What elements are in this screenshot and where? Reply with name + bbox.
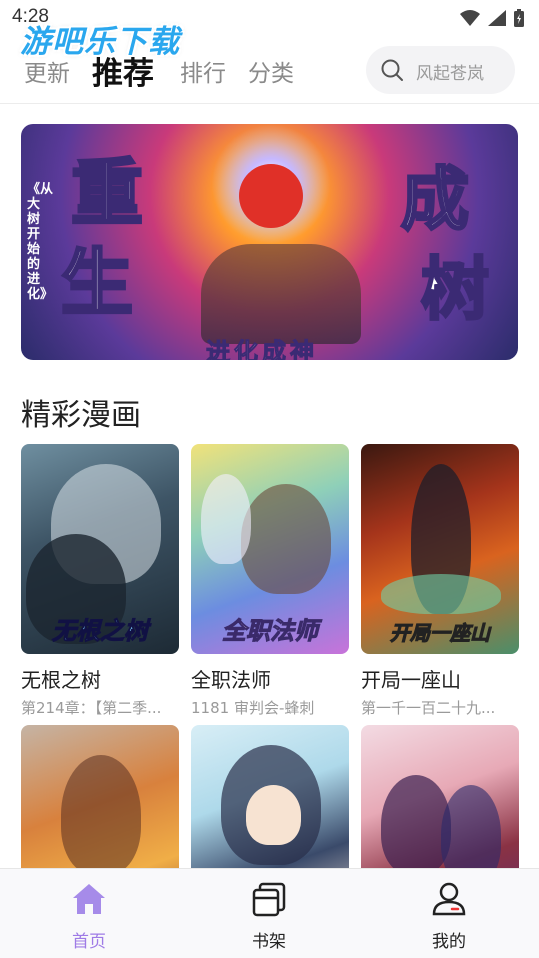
comic-cover[interactable]: 开局一座山 bbox=[361, 444, 519, 654]
cover-figure bbox=[246, 785, 301, 845]
top-nav: 更新 推荐 排行 分类 风起苍岚 bbox=[0, 36, 539, 104]
wifi-icon bbox=[460, 10, 480, 26]
comic-card[interactable]: 全职法师 全职法师 1181 审判会-蜂刺 bbox=[191, 444, 349, 718]
comic-latest-chapter: 1181 审判会-蜂刺 bbox=[191, 699, 315, 717]
search-input[interactable]: 风起苍岚 bbox=[366, 46, 515, 94]
banner-side-text: 《从大树开始的进化》 bbox=[27, 182, 54, 302]
banner-bottom-text: 进化成神 bbox=[206, 338, 318, 361]
banner-title-char-4: 树 bbox=[419, 249, 490, 332]
comic-cover[interactable]: 全职法师 bbox=[191, 444, 349, 654]
banner-mask-art bbox=[239, 164, 303, 228]
cover-figure bbox=[61, 755, 141, 875]
comic-latest-chapter: 第一千一百二十九... bbox=[361, 699, 496, 717]
tab-update[interactable]: 更新 bbox=[24, 54, 70, 88]
cover-logo: 全职法师 bbox=[222, 617, 319, 646]
cover-figure bbox=[201, 474, 251, 564]
comic-title: 开局一座山 bbox=[361, 668, 461, 692]
featured-banner[interactable]: 重 生 成 树 《从大树开始的进化》 进化成神 bbox=[21, 124, 518, 360]
cover-logo: 无根之树 bbox=[52, 617, 149, 646]
nav-home[interactable]: 首页 bbox=[29, 869, 149, 958]
tab-category[interactable]: 分类 bbox=[248, 54, 294, 88]
tab-recommend[interactable]: 推荐 bbox=[92, 48, 154, 93]
nav-bookshelf[interactable]: 书架 bbox=[209, 869, 329, 958]
banner-characters-art bbox=[201, 244, 361, 344]
search-placeholder: 风起苍岚 bbox=[416, 64, 484, 84]
comic-title: 无根之树 bbox=[21, 668, 101, 692]
search-icon bbox=[381, 59, 403, 81]
signal-icon bbox=[488, 10, 506, 26]
battery-icon bbox=[514, 9, 524, 27]
profile-icon bbox=[432, 882, 466, 916]
cover-figure bbox=[381, 574, 501, 614]
comic-card[interactable]: 开局一座山 开局一座山 第一千一百二十九... bbox=[361, 444, 519, 718]
banner-title-char-3: 成 bbox=[399, 159, 470, 242]
section-title: 精彩漫画 bbox=[21, 398, 141, 433]
comic-title: 全职法师 bbox=[191, 668, 271, 692]
comic-card[interactable]: 无根之树 无根之树 第214章：【第二季... bbox=[21, 444, 179, 718]
comic-latest-chapter: 第214章：【第二季... bbox=[21, 699, 162, 717]
comic-cover[interactable]: 无根之树 bbox=[21, 444, 179, 654]
nav-bookshelf-label: 书架 bbox=[252, 932, 286, 952]
bookshelf-icon bbox=[252, 882, 286, 917]
nav-profile-label: 我的 bbox=[432, 932, 466, 952]
cover-logo: 开局一座山 bbox=[390, 621, 491, 646]
banner-title-char-2: 生 bbox=[59, 239, 134, 327]
cover-figure bbox=[241, 484, 331, 594]
bottom-nav: 首页 书架 我的 bbox=[0, 868, 539, 958]
tab-ranking[interactable]: 排行 bbox=[180, 54, 226, 88]
nav-home-label: 首页 bbox=[72, 932, 106, 952]
status-icons bbox=[459, 8, 525, 28]
nav-profile[interactable]: 我的 bbox=[389, 869, 509, 958]
home-icon bbox=[73, 884, 105, 914]
